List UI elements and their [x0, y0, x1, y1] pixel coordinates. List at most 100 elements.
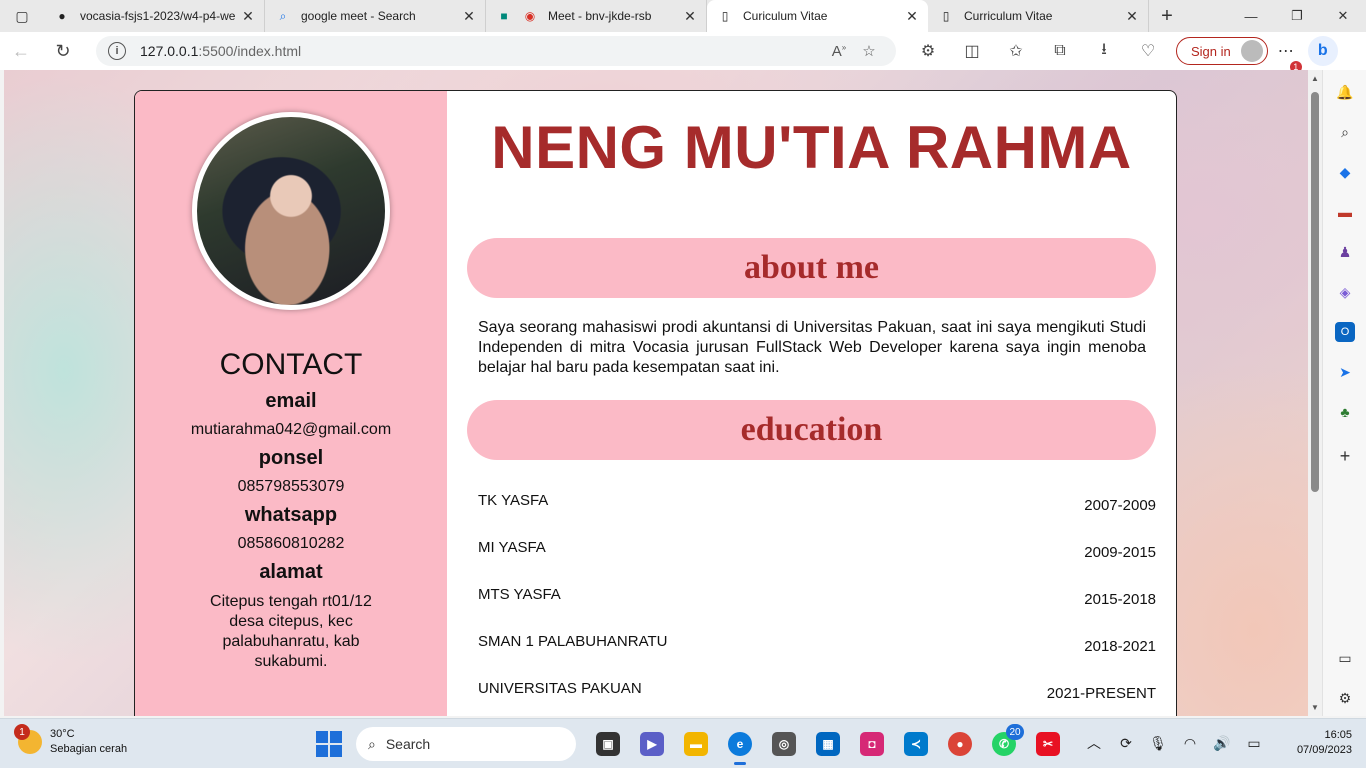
school-years: 2015-2018: [1084, 591, 1156, 608]
about-text: Saya seorang mahasiswi prodi akuntansi d…: [478, 319, 1146, 376]
close-tab-icon[interactable]: ✕: [1124, 8, 1140, 25]
school-years: 2021-PRESENT: [1046, 685, 1156, 702]
contact-heading: CONTACT: [219, 348, 363, 381]
collections-icon[interactable]: ⧉: [1038, 32, 1082, 70]
tab-title: Curriculum Vitae: [964, 9, 1053, 23]
tree-icon[interactable]: ♣: [1335, 402, 1355, 422]
scrollbar-thumb[interactable]: [1311, 92, 1319, 492]
education-list: TK YASFA 2007-2009 MI YASFA 2009-2015 MT…: [467, 492, 1156, 716]
scroll-down-icon[interactable]: ▼: [1308, 703, 1322, 712]
sign-in-button[interactable]: Sign in: [1176, 37, 1268, 65]
settings-more-button[interactable]: ⋯ 1: [1268, 41, 1304, 73]
weather-description: Sebagian cerah: [50, 743, 128, 755]
favorites-icon[interactable]: ✩: [994, 32, 1038, 70]
school-name: SMAN 1 PALABUHANRATU: [478, 633, 668, 650]
tab-title: vocasia-fsjs1-2023/w4-p4-we: [80, 9, 236, 23]
close-tab-icon[interactable]: ✕: [461, 8, 477, 25]
system-tray: ︿ ⟳ 🎙 ◠ 🔊 ▭ 16:05 07/09/2023: [1078, 727, 1352, 759]
restore-icon[interactable]: ❐: [1274, 0, 1320, 32]
chevron-up-icon[interactable]: ︿: [1078, 727, 1110, 759]
sidebar-layout-icon[interactable]: ▭: [1335, 648, 1355, 668]
contact-panel: CONTACT email mutiarahma042@gmail.com po…: [135, 91, 447, 716]
scroll-up-icon[interactable]: ▲: [1308, 74, 1322, 83]
tab-actions-button[interactable]: ▢: [0, 0, 44, 32]
close-window-icon[interactable]: ✕: [1320, 0, 1366, 32]
tab-strip: ▢ ● vocasia-fsjs1-2023/w4-p4-we ✕ ⌕ goog…: [0, 0, 1366, 32]
tab-meet[interactable]: ■ ◉ Meet - bnv-jkde-rsb ✕: [486, 0, 707, 32]
school-years: 2007-2009: [1084, 497, 1156, 514]
split-screen-icon[interactable]: ◫: [950, 32, 994, 70]
weather-sun-icon: 1: [14, 724, 42, 754]
telegram-icon[interactable]: ➤: [1335, 362, 1355, 382]
site-info-icon[interactable]: i: [108, 42, 126, 60]
tab-actions-icon: ▢: [15, 7, 29, 24]
page-scrollbar[interactable]: ▲ ▼: [1308, 70, 1322, 716]
new-tab-button[interactable]: +: [1149, 0, 1185, 32]
add-icon[interactable]: +: [1335, 446, 1355, 466]
school-name: MTS YASFA: [478, 586, 561, 603]
windows-taskbar: 1 30°C Sebagian cerah ⌕ Search ▣ ▶ ▬ e ◎…: [0, 718, 1366, 768]
school-name: UNIVERSITAS PAKUAN: [478, 680, 642, 697]
bing-copilot-icon[interactable]: b: [1307, 36, 1338, 66]
tab-github[interactable]: ● vocasia-fsjs1-2023/w4-p4-we ✕: [44, 0, 265, 32]
wifi-icon[interactable]: ◠: [1174, 727, 1206, 759]
close-tab-icon[interactable]: ✕: [904, 8, 920, 25]
search-icon: ⌕: [279, 8, 287, 23]
tab-google-search[interactable]: ⌕ google meet - Search ✕: [265, 0, 486, 32]
list-item: MI YASFA 2009-2015: [467, 539, 1156, 586]
close-tab-icon[interactable]: ✕: [240, 8, 256, 25]
notification-bell-icon[interactable]: 🔔: [1335, 82, 1355, 102]
back-button[interactable]: ←: [0, 32, 42, 70]
teams-chat-icon[interactable]: ▶: [630, 726, 674, 762]
minimize-icon[interactable]: —: [1228, 0, 1274, 32]
outlook-icon[interactable]: O: [1335, 322, 1355, 342]
start-button[interactable]: [316, 731, 342, 757]
chrome-icon[interactable]: ●: [938, 726, 982, 762]
taskbar-search[interactable]: ⌕ Search: [356, 727, 576, 761]
tab-title: google meet - Search: [301, 9, 416, 23]
sync-icon[interactable]: ⟳: [1110, 727, 1142, 759]
weather-badge: 1: [14, 724, 30, 740]
email-label: email: [265, 390, 317, 412]
close-tab-icon[interactable]: ✕: [682, 8, 698, 25]
time: 16:05: [1324, 729, 1352, 741]
edge-browser-icon[interactable]: e: [718, 726, 762, 765]
clock[interactable]: 16:05 07/09/2023: [1278, 728, 1352, 758]
url-host: 127.0.0.1: [140, 43, 199, 59]
snipping-tool-icon[interactable]: ✂: [1026, 726, 1070, 762]
school-name: TK YASFA: [478, 492, 549, 509]
shopping-tag-icon[interactable]: ◆: [1335, 162, 1355, 182]
games-icon[interactable]: ♟: [1335, 242, 1355, 262]
volume-icon[interactable]: 🔊: [1206, 727, 1238, 759]
refresh-button[interactable]: ↻: [42, 32, 84, 70]
extensions-icon[interactable]: ⚙: [906, 32, 950, 70]
microphone-icon[interactable]: 🎙: [1142, 727, 1174, 759]
date: 07/09/2023: [1296, 744, 1352, 756]
task-view-icon[interactable]: ▣: [586, 726, 630, 762]
url-text[interactable]: 127.0.0.1:5500/index.html: [140, 43, 824, 59]
toolbar-icons: ⚙ ◫ ✩ ⧉ ⭳ ♡: [906, 32, 1170, 70]
tab-curiculum-vitae[interactable]: ▯ Curiculum Vitae ✕: [707, 0, 928, 32]
page-title: NENG MU'TIA RAHMA: [491, 114, 1132, 181]
microsoft-store-icon[interactable]: ▦: [806, 726, 850, 762]
instagram-icon[interactable]: ◘: [850, 726, 894, 762]
camera-icon[interactable]: ◎: [762, 726, 806, 762]
tab-curriculum-vitae[interactable]: ▯ Curriculum Vitae ✕: [928, 0, 1149, 32]
battery-icon[interactable]: ▭: [1238, 727, 1270, 759]
whatsapp-icon[interactable]: ✆ 20: [982, 724, 1026, 762]
whatsapp-label: whatsapp: [244, 504, 338, 526]
downloads-icon[interactable]: ⭳: [1082, 32, 1126, 70]
read-aloud-icon[interactable]: A»: [824, 43, 854, 60]
microsoft365-icon[interactable]: ◈: [1335, 282, 1355, 302]
browser-essentials-icon[interactable]: ♡: [1126, 32, 1170, 70]
weather-widget[interactable]: 1 30°C Sebagian cerah: [14, 724, 128, 757]
vscode-icon[interactable]: ≺: [894, 726, 938, 762]
search-icon[interactable]: ⌕: [1335, 122, 1355, 142]
settings-gear-icon[interactable]: ⚙: [1335, 688, 1355, 708]
address-bar[interactable]: i 127.0.0.1:5500/index.html A» ☆: [96, 36, 896, 66]
favorite-star-icon[interactable]: ☆: [854, 42, 884, 60]
tools-icon[interactable]: ▬: [1335, 202, 1355, 222]
file-explorer-icon[interactable]: ▬: [674, 726, 718, 762]
avatar: [1240, 40, 1263, 62]
alamat-label: alamat: [259, 561, 323, 583]
